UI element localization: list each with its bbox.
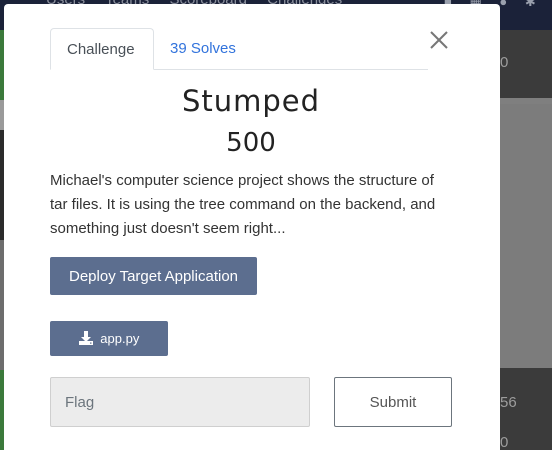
challenge-tabs: Challenge 39 Solves bbox=[50, 28, 428, 70]
flag-input[interactable] bbox=[50, 377, 310, 427]
gear-icon: ✱ bbox=[524, 0, 536, 9]
user-icon: ● bbox=[499, 0, 508, 9]
challenge-title: Stumped bbox=[181, 84, 321, 118]
download-file-button[interactable]: app.py bbox=[50, 321, 168, 356]
challenge-modal: Challenge 39 Solves Stumped 500 Michael'… bbox=[4, 4, 500, 450]
background-number: 56 bbox=[500, 394, 517, 411]
challenge-points: 500 bbox=[226, 128, 276, 158]
challenge-description: Michael's computer science project shows… bbox=[50, 172, 436, 237]
submit-button[interactable]: Submit bbox=[334, 377, 452, 427]
background-card bbox=[500, 104, 552, 368]
tab-challenge[interactable]: Challenge bbox=[50, 28, 154, 70]
download-icon bbox=[78, 331, 93, 346]
background-number: 0 bbox=[500, 434, 509, 450]
close-icon bbox=[430, 31, 448, 49]
background-number: 0 bbox=[500, 54, 509, 71]
file-name: app.py bbox=[100, 331, 140, 346]
close-button[interactable] bbox=[428, 29, 450, 51]
tab-solves[interactable]: 39 Solves bbox=[154, 28, 252, 69]
deploy-target-button[interactable]: Deploy Target Application bbox=[50, 257, 257, 295]
